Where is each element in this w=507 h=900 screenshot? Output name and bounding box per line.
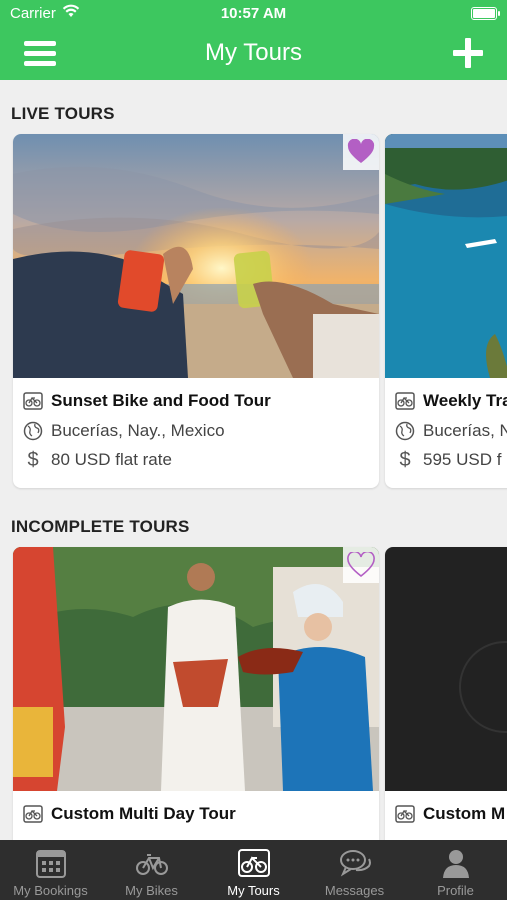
messages-icon [338, 846, 372, 880]
tour-location-row: Bucerías, Nay., Mexico [21, 418, 225, 444]
battery-icon [471, 7, 500, 20]
bike-icon [393, 389, 417, 413]
tab-my-tours[interactable]: My Tours [203, 840, 304, 900]
tour-name: Sunset Bike and Food Tour [51, 391, 271, 410]
add-tour-button[interactable] [453, 38, 483, 68]
tour-name-row: Custom M [393, 801, 505, 827]
favorite-heart-icon[interactable] [343, 134, 379, 170]
tour-name: Custom M [423, 804, 506, 823]
page-title: My Tours [205, 39, 302, 66]
tour-name: Weekly Tra [423, 391, 507, 410]
tour-price-row: $ 595 USD f [393, 447, 501, 473]
section-title-incomplete-tours: INCOMPLETE TOURS [11, 517, 190, 536]
tour-card-custom-m[interactable]: Custom M [385, 547, 507, 857]
calendar-icon [34, 846, 68, 880]
section-title-live-tours: LIVE TOURS [11, 104, 115, 123]
bike-icon [21, 802, 45, 826]
tab-bar: My Bookings My Bikes My Tours Messages P… [0, 840, 507, 900]
profile-icon [439, 846, 473, 880]
dollar-icon: $ [27, 448, 39, 471]
tour-location: Bucerías, Nay., Mexico [51, 421, 225, 440]
tour-photo [385, 134, 507, 378]
globe-icon [21, 419, 45, 443]
navigation-bar: My Tours [0, 28, 507, 80]
tab-messages[interactable]: Messages [304, 840, 405, 900]
clock: 10:57 AM [220, 5, 287, 22]
tour-price: 80 USD flat rate [51, 450, 172, 469]
tour-name-row: Sunset Bike and Food Tour [21, 388, 271, 414]
tour-location-row: Bucerías, N [393, 418, 507, 444]
tab-my-bookings[interactable]: My Bookings [0, 840, 101, 900]
dollar-icon: $ [399, 448, 411, 471]
tour-price-row: $ 80 USD flat rate [21, 447, 172, 473]
tab-label: My Bookings [13, 883, 88, 898]
tour-card-custom-multi-day[interactable]: Custom Multi Day Tour [13, 547, 379, 857]
bike-icon [393, 802, 417, 826]
tour-bike-icon [237, 846, 271, 880]
globe-icon [393, 419, 417, 443]
tour-name: Custom Multi Day Tour [51, 804, 236, 823]
tab-profile[interactable]: Profile [405, 840, 506, 900]
tab-label: Messages [324, 883, 385, 898]
status-bar: Carrier 10:57 AM [0, 0, 507, 28]
tour-name-row: Custom Multi Day Tour [21, 801, 236, 827]
tour-photo [13, 547, 379, 791]
bike-icon [21, 389, 45, 413]
tour-card-sunset-bike[interactable]: Sunset Bike and Food Tour Bucerías, Nay.… [13, 134, 379, 488]
tab-my-bikes[interactable]: My Bikes [101, 840, 202, 900]
tour-photo [13, 134, 379, 378]
tour-photo [385, 547, 507, 791]
tour-location: Bucerías, N [423, 421, 507, 440]
tour-name-row: Weekly Tra [393, 388, 507, 414]
tab-label: My Tours [227, 883, 280, 898]
tour-card-weekly[interactable]: Weekly Tra Bucerías, N $ 595 USD f [385, 134, 507, 488]
bike-icon [135, 846, 169, 880]
tab-label: My Bikes [125, 883, 178, 898]
tab-label: Profile [437, 883, 474, 898]
favorite-heart-icon[interactable] [343, 547, 379, 583]
tour-price: 595 USD f [423, 450, 502, 469]
